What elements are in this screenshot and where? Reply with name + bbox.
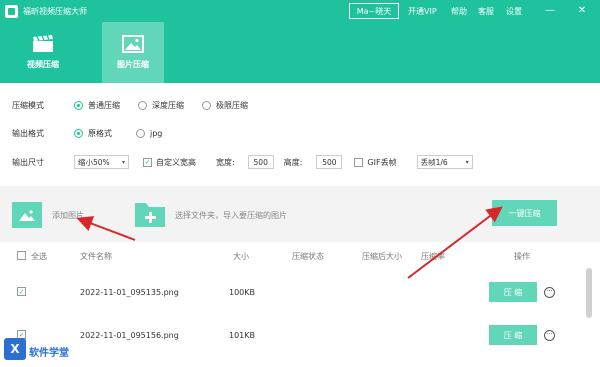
col-compressed-size: 压缩后大小 xyxy=(362,252,402,261)
frame-drop-select[interactable]: 丢帧1/6 ▾ xyxy=(416,155,473,169)
folder-plus-icon[interactable] xyxy=(135,199,165,227)
tab-video-label: 视频压缩 xyxy=(27,60,59,69)
tab-image-compress[interactable]: 图片压缩 xyxy=(102,22,164,83)
radio-original-format[interactable]: 原格式 xyxy=(74,128,112,139)
col-ratio: 压缩率 xyxy=(421,252,445,261)
height-label: 高度: xyxy=(283,157,303,167)
compress-row-button[interactable]: 压 缩 xyxy=(489,282,537,302)
output-format-row: 输出格式 原格式 jpg xyxy=(12,126,180,140)
compress-mode-label: 压缩模式 xyxy=(12,100,44,110)
output-size-label: 输出尺寸 xyxy=(12,157,44,167)
custom-size-checkbox[interactable]: ✓ xyxy=(143,157,152,167)
radio-deep-compress[interactable]: 深度压缩 xyxy=(138,100,184,111)
title-bar: 福昕视频压缩大师 Ma~晓天 开通VIP 帮助 客服 设置 — ✕ xyxy=(0,0,600,22)
open-vip-link[interactable]: 开通VIP xyxy=(408,6,437,17)
picture-icon xyxy=(122,35,144,53)
radio-selected-icon xyxy=(74,128,83,138)
minimize-icon[interactable]: — xyxy=(543,4,557,18)
table-row: ✓ 2022-11-01_095135.png 100KB 压 缩 ··· xyxy=(0,282,600,304)
settings-link[interactable]: 设置 xyxy=(506,6,522,17)
support-link[interactable]: 客服 xyxy=(478,6,494,17)
chevron-down-icon: ▾ xyxy=(121,158,125,166)
select-folder-label[interactable]: 选择文件夹，导入要压缩的图片 xyxy=(175,210,287,221)
row-checkbox[interactable]: ✓ xyxy=(17,287,26,296)
more-options-icon[interactable]: ··· xyxy=(544,287,555,298)
radio-unselected-icon xyxy=(202,100,211,110)
scale-select[interactable]: 缩小50% ▾ xyxy=(74,155,129,169)
user-account-button[interactable]: Ma~晓天 xyxy=(349,3,399,19)
col-status: 压缩状态 xyxy=(292,252,324,261)
film-clapper-icon xyxy=(33,35,53,52)
radio-unselected-icon xyxy=(136,128,145,138)
app-title: 福昕视频压缩大师 xyxy=(23,6,87,16)
import-toolbar: 添加图片 选择文件夹，导入要压缩的图片 一键压缩 xyxy=(0,186,600,242)
radio-jpg-format[interactable]: jpg xyxy=(136,128,162,138)
user-name: Ma~晓天 xyxy=(356,6,392,16)
compress-all-button[interactable]: 一键压缩 xyxy=(492,200,557,226)
gif-drop-checkbox[interactable] xyxy=(354,157,364,167)
output-format-label: 输出格式 xyxy=(12,128,44,138)
add-image-label[interactable]: 添加图片 xyxy=(52,210,84,221)
chevron-down-icon: ▾ xyxy=(465,158,469,166)
output-size-row: 输出尺寸 缩小50% ▾ ✓ 自定义宽高 宽度: 500 高度: 500 GIF… xyxy=(12,155,473,169)
custom-size-label: 自定义宽高 xyxy=(156,157,196,167)
height-input[interactable]: 500 xyxy=(316,155,343,169)
app-logo-icon xyxy=(5,4,18,18)
radio-normal-compress[interactable]: 普通压缩 xyxy=(74,100,120,111)
table-scrollbar[interactable] xyxy=(586,268,592,318)
file-table-header: 全选 文件名称 大小 压缩状态 压缩后大小 压缩率 操作 xyxy=(0,246,600,266)
select-all-checkbox[interactable] xyxy=(17,251,26,260)
tab-image-label: 图片压缩 xyxy=(117,60,149,69)
radio-selected-icon xyxy=(74,100,83,110)
tab-video-compress[interactable]: 视频压缩 xyxy=(12,22,74,83)
col-action: 操作 xyxy=(514,252,530,261)
file-name: 2022-11-01_095135.png xyxy=(80,288,179,297)
watermark-text: 软件学堂 xyxy=(29,348,69,359)
width-input[interactable]: 500 xyxy=(247,155,274,169)
add-image-button[interactable] xyxy=(12,202,42,228)
tab-bar: 视频压缩 图片压缩 xyxy=(0,22,600,83)
help-link[interactable]: 帮助 xyxy=(451,6,467,17)
watermark-logo: X xyxy=(4,338,26,360)
radio-extreme-compress[interactable]: 极限压缩 xyxy=(202,100,248,111)
file-size: 101KB xyxy=(229,331,256,340)
file-size: 100KB xyxy=(229,288,256,297)
close-icon[interactable]: ✕ xyxy=(575,4,589,18)
col-size: 大小 xyxy=(233,252,249,261)
col-file-name: 文件名称 xyxy=(80,252,112,261)
table-row: ✓ 2022-11-01_095156.png 101KB 压 缩 ··· xyxy=(0,325,600,347)
more-options-icon[interactable]: ··· xyxy=(544,330,555,341)
select-all-label: 全选 xyxy=(31,252,47,261)
file-name: 2022-11-01_095156.png xyxy=(80,331,179,340)
radio-unselected-icon xyxy=(138,100,147,110)
compress-mode-row: 压缩模式 普通压缩 深度压缩 极限压缩 xyxy=(12,98,266,112)
gif-drop-label: GIF丢帧 xyxy=(367,157,397,167)
compress-row-button[interactable]: 压 缩 xyxy=(489,325,537,345)
width-label: 宽度: xyxy=(216,157,235,167)
picture-icon xyxy=(19,209,35,221)
